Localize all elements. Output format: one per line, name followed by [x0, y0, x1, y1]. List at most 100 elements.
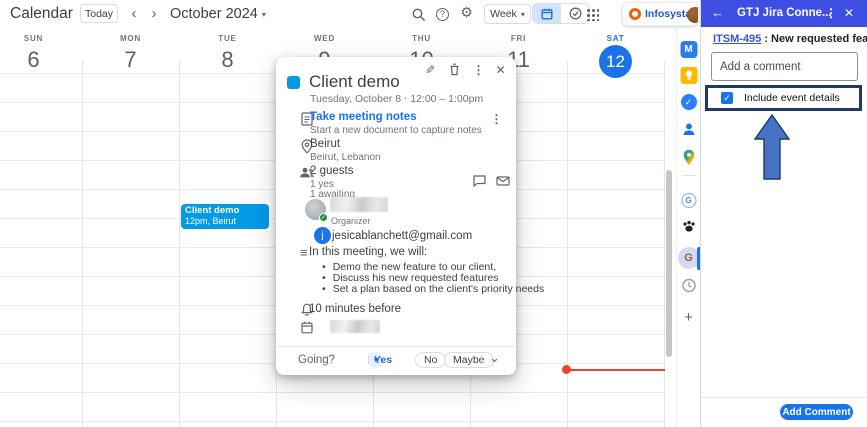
event-datetime: Tuesday, October 8 ⋅ 12:00 – 1:00pm [310, 93, 483, 105]
side-panel-strip: M ✓ G G + [676, 28, 700, 427]
close-glyph: ✕ [495, 63, 505, 77]
bullet-text: Set a plan based on the client's priorit… [333, 283, 545, 295]
day-abbr: FRI [470, 34, 567, 43]
calendar-view-toggle[interactable] [533, 4, 561, 23]
clock-icon[interactable] [681, 278, 696, 293]
add-comment-button[interactable]: Add Comment [780, 404, 853, 420]
column-divider [664, 60, 665, 427]
chat-icon[interactable] [471, 172, 488, 189]
account-brand-chip[interactable]: Infosysta [622, 2, 699, 26]
description-bullet: •Set a plan based on the client's priori… [322, 283, 333, 295]
rsvp-yes-label: Yes [368, 354, 398, 366]
day-abbr: WED [276, 34, 373, 43]
view-dropdown[interactable]: Week ▾ [484, 4, 531, 24]
keep-icon[interactable] [680, 67, 697, 84]
caret-down-icon: ▾ [521, 10, 525, 19]
maps-icon[interactable] [682, 149, 695, 166]
guest-avatar: j [314, 227, 331, 244]
panel-close-icon[interactable]: ✕ [844, 6, 854, 20]
today-date-circle[interactable]: 12 [599, 45, 632, 78]
today-button[interactable]: Today [80, 4, 118, 23]
tasks-icon[interactable]: ✓ [681, 94, 697, 110]
dots-glyph: ⋮ [473, 63, 485, 77]
search-icon[interactable] [411, 7, 426, 22]
panel-more-icon[interactable]: ⋮ [825, 6, 837, 20]
paw-addon-icon[interactable] [682, 220, 696, 233]
close-popup-icon[interactable]: ✕ [492, 61, 509, 78]
event-details-popup: ✎ ⋮ ✕ Client demo Tuesday, October 8 ⋅ 1… [276, 57, 516, 375]
question-glyph: ? [436, 8, 449, 21]
month-label: October 2024 [170, 6, 258, 22]
panel-footer-divider [701, 397, 867, 398]
calendar-scrollbar[interactable] [666, 170, 672, 357]
checkbox-label[interactable]: Include event details [744, 92, 840, 104]
event-chip-title: Client demo [185, 206, 265, 216]
next-period-button[interactable]: › [146, 0, 162, 27]
delete-event-icon[interactable] [446, 61, 463, 78]
google-apps-grid-icon[interactable] [585, 7, 599, 21]
take-meeting-notes-link[interactable]: Take meeting notes [310, 111, 417, 123]
include-event-details-checkbox[interactable]: ✓ [721, 92, 733, 104]
g-circle-addon-icon[interactable]: G [681, 193, 696, 208]
more-options-icon[interactable]: ⋮ [470, 61, 487, 78]
reminder-text: 10 minutes before [309, 303, 401, 315]
gear-glyph: ⚙ [460, 6, 473, 21]
jira-issue-link[interactable]: ITSM-495 [713, 33, 761, 45]
location-detail: Beirut, Lebanon [310, 152, 381, 163]
calendar-tasks-toggle [532, 3, 590, 24]
settings-gear-icon[interactable]: ⚙ [459, 6, 474, 21]
month-selector[interactable]: October 2024▾ [170, 0, 266, 29]
event-chip-client-demo[interactable]: Client demo 12pm, Beirut [181, 204, 269, 229]
organizer-label: Organizer [331, 216, 371, 226]
day-abbr: SUN [0, 34, 82, 43]
day-abbr: TUE [179, 34, 276, 43]
rsvp-maybe-button[interactable]: Maybe [444, 352, 494, 368]
guest-email: jesicablanchett@gmail.com [332, 230, 472, 242]
current-time-line [566, 369, 665, 371]
get-addons-plus-icon[interactable]: + [684, 309, 693, 326]
panel-header: ← GTJ Jira Conne... ⋮ ✕ [701, 0, 867, 27]
notes-subtitle: Start a new document to capture notes [310, 125, 482, 136]
event-chip-subtitle: 12pm, Beirut [185, 216, 265, 226]
column-divider [179, 60, 180, 427]
dots-glyph: ⋮ [491, 112, 503, 126]
organizer-name-redacted [330, 197, 388, 212]
rsvp-no-button[interactable]: No [415, 352, 446, 368]
edit-event-icon[interactable]: ✎ [422, 61, 439, 78]
brand-name: Infosysta [645, 8, 691, 20]
description-icon: ≡ [300, 245, 308, 260]
event-title: Client demo [309, 72, 400, 92]
google-calendar-app: Calendar Today ‹ › October 2024▾ ? ⚙ Wee… [0, 0, 867, 427]
day-number[interactable]: 8 [179, 47, 276, 73]
pencil-glyph: ✎ [425, 63, 435, 77]
help-icon[interactable]: ? [435, 7, 450, 22]
contacts-icon[interactable] [682, 122, 696, 136]
day-number[interactable]: 7 [82, 47, 179, 73]
check-circle-icon [569, 7, 582, 20]
location-name: Beirut [310, 138, 340, 150]
calendar-owner-redacted [330, 320, 380, 333]
m-app-icon[interactable]: M [680, 41, 697, 58]
back-arrow-icon[interactable]: ← [711, 5, 724, 20]
event-color-swatch [287, 76, 300, 89]
rsvp-yes-button[interactable]: Yes▾ [368, 352, 383, 368]
infosysta-logo-icon [629, 8, 641, 20]
avatar[interactable] [687, 7, 699, 23]
guest-count: 2 guests [310, 165, 353, 177]
email-icon[interactable] [494, 172, 511, 189]
day-number[interactable]: 6 [0, 47, 82, 73]
annotation-arrow-up [753, 114, 791, 185]
popup-divider [276, 346, 516, 347]
rsvp-question: Going? [298, 354, 335, 366]
prev-period-button[interactable]: ‹ [126, 0, 142, 27]
annotation-highlight-box: ✓ Include event details [705, 85, 862, 111]
day-abbr: MON [82, 34, 179, 43]
bullet-glyph: • [322, 283, 326, 295]
jira-issue-line: ITSM-495: New requested feature [713, 33, 867, 45]
view-dropdown-label: Week [490, 8, 517, 20]
comment-input[interactable] [711, 52, 858, 81]
notes-more-icon[interactable]: ⋮ [488, 110, 505, 127]
calendar-icon [541, 8, 553, 20]
day-header-mon: MON 7 [82, 34, 179, 73]
chevron-down-icon[interactable]: ⌄ [489, 350, 500, 366]
